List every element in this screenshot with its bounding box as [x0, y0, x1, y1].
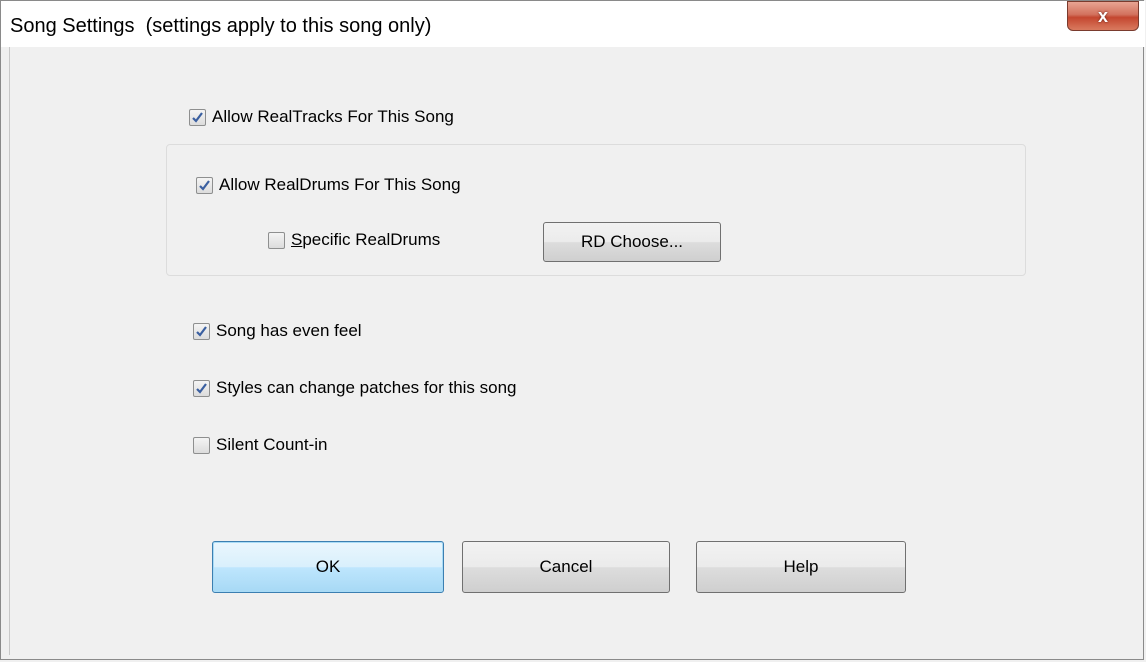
- cancel-button[interactable]: Cancel: [462, 541, 670, 593]
- cancel-label: Cancel: [539, 557, 593, 576]
- even-feel-label: Song has even feel: [216, 321, 362, 340]
- styles-change-patches-checkbox[interactable]: [193, 379, 210, 397]
- allow-realdrums-option[interactable]: Allow RealDrums For This Song: [196, 175, 461, 195]
- silent-countin-option[interactable]: Silent Count-in: [193, 435, 328, 455]
- close-icon: x: [1097, 5, 1108, 26]
- specific-realdrums-checkbox[interactable]: [268, 231, 285, 249]
- allow-realtracks-option[interactable]: Allow RealTracks For This Song: [189, 107, 454, 127]
- allow-realdrums-label: Allow RealDrums For This Song: [219, 175, 461, 194]
- even-feel-option[interactable]: Song has even feel: [193, 321, 362, 341]
- dialog-body: Allow RealTracks For This Song Allow Rea…: [9, 47, 1138, 655]
- specific-realdrums-option[interactable]: Specific RealDrums: [268, 230, 440, 250]
- help-label: Help: [783, 557, 819, 576]
- allow-realtracks-label: Allow RealTracks For This Song: [212, 107, 454, 126]
- window-title: Song Settings (settings apply to this so…: [10, 15, 432, 37]
- checkmark-icon: [192, 111, 203, 123]
- rd-choose-label: RD Choose...: [580, 232, 684, 251]
- styles-change-patches-option[interactable]: Styles can change patches for this song: [193, 378, 517, 398]
- song-settings-dialog: Song Settings (settings apply to this so…: [0, 0, 1145, 660]
- title-bar: Song Settings (settings apply to this so…: [1, 1, 1145, 47]
- silent-countin-label: Silent Count-in: [216, 435, 328, 454]
- allow-realtracks-checkbox[interactable]: [189, 108, 206, 126]
- close-button[interactable]: x: [1067, 1, 1139, 31]
- help-button[interactable]: Help: [696, 541, 906, 593]
- specific-realdrums-label: Specific RealDrums: [291, 230, 440, 250]
- even-feel-checkbox[interactable]: [193, 322, 210, 340]
- ok-label: OK: [315, 557, 341, 576]
- specific-realdrums-label-rest: pecific RealDrums: [302, 230, 441, 249]
- allow-realdrums-checkbox[interactable]: [196, 176, 213, 194]
- silent-countin-checkbox[interactable]: [193, 436, 210, 454]
- checkmark-icon: [196, 382, 207, 394]
- ok-button[interactable]: OK: [212, 541, 444, 593]
- rd-choose-button[interactable]: RD Choose...: [543, 222, 721, 262]
- checkmark-icon: [196, 325, 207, 337]
- accelerator-key: S: [291, 230, 303, 249]
- styles-change-patches-label: Styles can change patches for this song: [216, 378, 517, 397]
- checkmark-icon: [199, 179, 210, 191]
